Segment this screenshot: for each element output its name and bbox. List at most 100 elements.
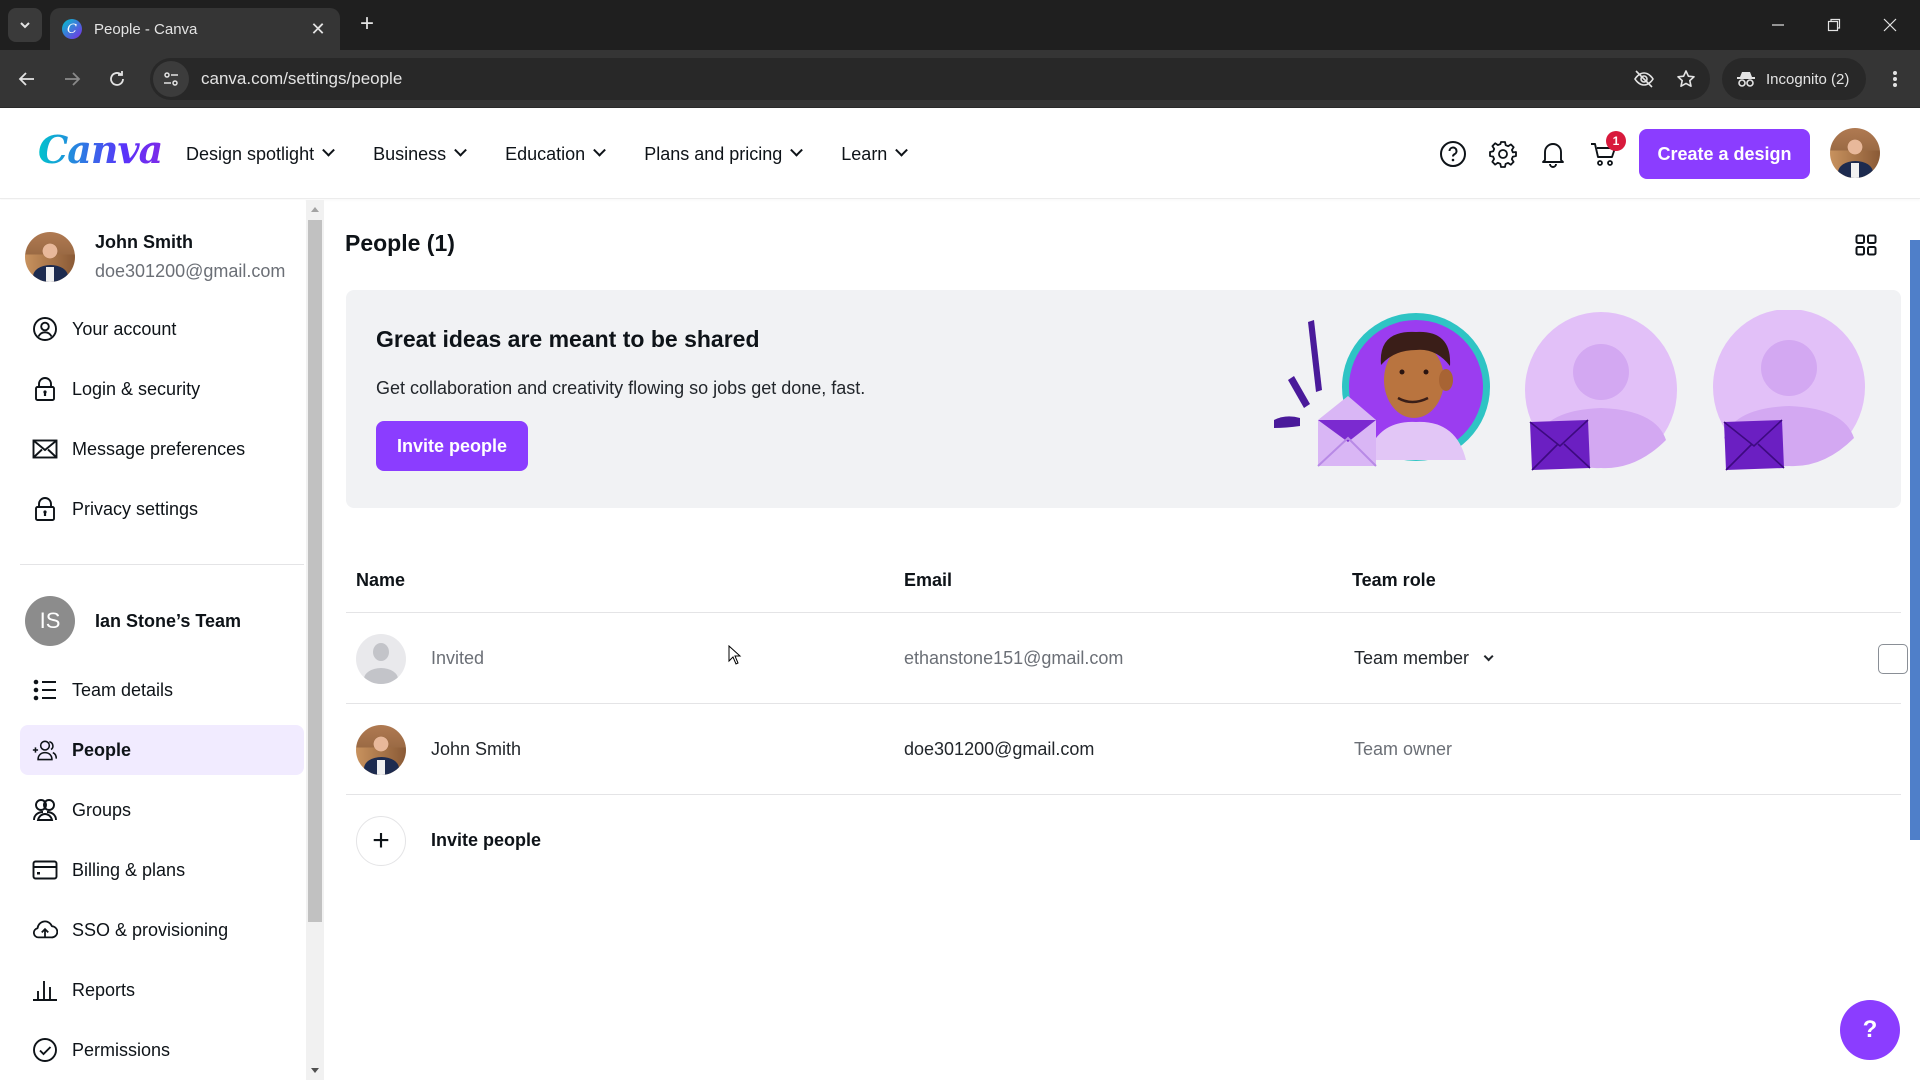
- scroll-up-arrow-icon[interactable]: [311, 207, 319, 212]
- banner-description: Get collaboration and creativity flowing…: [376, 378, 866, 398]
- browser-menu-button[interactable]: [1880, 64, 1910, 94]
- tab-title: People - Canva: [94, 20, 198, 38]
- credit-card-icon: [32, 857, 58, 883]
- sidebar-item-people[interactable]: People: [20, 725, 304, 775]
- member-email: doe301200@gmail.com: [904, 739, 1095, 759]
- bookmark-button[interactable]: [1668, 61, 1704, 97]
- address-bar[interactable]: canva.com/settings/people: [150, 58, 1710, 100]
- sidebar-item-team-details[interactable]: Team details: [20, 665, 304, 715]
- url-text[interactable]: canva.com/settings/people: [201, 69, 1626, 89]
- sidebar-item-sso-provisioning[interactable]: SSO & provisioning: [20, 905, 304, 955]
- sidebar-scroll-thumb[interactable]: [308, 220, 322, 922]
- incognito-indicator[interactable]: Incognito (2): [1722, 58, 1866, 100]
- user-avatar[interactable]: [1830, 128, 1880, 178]
- column-header-email[interactable]: Email: [904, 570, 952, 591]
- sidebar-item-privacy-settings[interactable]: Privacy settings: [20, 484, 304, 534]
- sidebar-item-label: Billing & plans: [72, 859, 186, 880]
- forward-button[interactable]: [57, 64, 87, 94]
- nav-learn[interactable]: Learn: [841, 143, 909, 165]
- nav-business[interactable]: Business: [373, 143, 467, 165]
- profile-name: John Smith: [95, 232, 193, 252]
- member-avatar: [356, 724, 406, 775]
- main-scrollbar-thumb[interactable]: [1910, 240, 1920, 840]
- user-profile: John Smith doe301200@gmail.com: [25, 232, 285, 282]
- chevron-down-icon: [1483, 651, 1494, 662]
- sidebar-item-label: Permissions: [72, 1039, 171, 1060]
- sidebar-item-billing-plans[interactable]: Billing & plans: [20, 845, 304, 895]
- member-name: John Smith: [431, 739, 522, 759]
- invited-avatar: [356, 633, 406, 684]
- scroll-down-arrow-icon[interactable]: [311, 1068, 319, 1073]
- star-icon: [1677, 70, 1695, 87]
- sidebar-divider: [20, 564, 304, 565]
- team-role-value: Team member: [1354, 648, 1470, 668]
- team-header: IS Ian Stone’s Team: [25, 596, 241, 646]
- new-tab-button[interactable]: +: [354, 12, 380, 38]
- reload-button[interactable]: [102, 64, 132, 94]
- close-tab-icon[interactable]: ✕: [308, 19, 328, 40]
- chevron-down-icon: [20, 22, 30, 29]
- grid-view-toggle[interactable]: [1855, 234, 1883, 262]
- tab-search-button[interactable]: [8, 8, 42, 42]
- sidebar-scrollbar[interactable]: [306, 200, 324, 1080]
- invite-people-link[interactable]: Invite people: [431, 795, 541, 886]
- sidebar-item-login-security[interactable]: Login & security: [20, 364, 304, 414]
- chevron-down-icon: [790, 143, 804, 157]
- invite-people-row[interactable]: + Invite people: [346, 795, 1901, 886]
- nav-design-spotlight[interactable]: Design spotlight: [186, 143, 335, 165]
- envelope-closed-1: [1529, 419, 1591, 471]
- sidebar-item-label: Privacy settings: [72, 498, 199, 519]
- grid-icon: [1855, 234, 1877, 256]
- invite-people-button[interactable]: Invite people: [376, 421, 528, 471]
- nav-label: Design spotlight: [186, 143, 315, 164]
- create-design-button[interactable]: Create a design: [1639, 129, 1810, 179]
- column-header-name[interactable]: Name: [356, 570, 405, 591]
- nav-education[interactable]: Education: [505, 143, 607, 165]
- column-header-team-role[interactable]: Team role: [1352, 570, 1436, 591]
- restore-button[interactable]: [1814, 10, 1854, 40]
- sidebar-item-reports[interactable]: Reports: [20, 965, 304, 1015]
- settings-button[interactable]: [1486, 137, 1520, 171]
- team-name: Ian Stone’s Team: [95, 610, 242, 631]
- sidebar-item-label: Message preferences: [72, 438, 246, 459]
- incognito-icon: [1737, 72, 1755, 87]
- row-select-checkbox[interactable]: [1878, 643, 1908, 674]
- mouse-cursor-icon: [728, 645, 742, 665]
- back-button[interactable]: [12, 64, 42, 94]
- banner-heading: Great ideas are meant to be shared: [376, 326, 760, 352]
- canva-logo[interactable]: Canva: [38, 127, 163, 172]
- nav-label: Plans and pricing: [644, 143, 783, 164]
- team-role-value: Team owner: [1354, 739, 1453, 759]
- sidebar-item-message-preferences[interactable]: Message preferences: [20, 424, 304, 474]
- cloud-upload-icon: [32, 917, 58, 943]
- mail-icon: [32, 436, 58, 462]
- site-info-button[interactable]: [153, 61, 189, 97]
- sidebar-item-label: Login & security: [72, 378, 201, 399]
- close-window-button[interactable]: [1870, 10, 1910, 40]
- team-avatar: IS: [25, 596, 75, 646]
- people-main: People (1) Great ideas are meant to be s…: [325, 200, 1920, 1080]
- bell-icon: [1542, 143, 1564, 168]
- tracking-protection-button[interactable]: [1626, 61, 1662, 97]
- sidebar-item-label: Your account: [72, 318, 177, 339]
- sidebar-item-label: Groups: [72, 799, 132, 820]
- eye-off-icon: [1634, 70, 1654, 88]
- user-circle-icon: [32, 316, 58, 342]
- cart-button[interactable]: 1: [1586, 131, 1626, 171]
- browser-tab-active[interactable]: C People - Canva ✕: [50, 8, 340, 50]
- sidebar-item-groups[interactable]: Groups: [20, 785, 304, 835]
- minimize-button[interactable]: [1758, 10, 1798, 40]
- chevron-down-icon: [322, 143, 335, 157]
- bar-chart-icon: [32, 977, 58, 1003]
- back-icon: [18, 72, 34, 86]
- sidebar-item-label: Team details: [72, 679, 174, 700]
- notifications-button[interactable]: [1536, 137, 1570, 171]
- help-button[interactable]: [1436, 137, 1470, 171]
- invite-illustration: [1274, 310, 1865, 471]
- sidebar-item-your-account[interactable]: Your account: [20, 304, 304, 354]
- sidebar-item-permissions[interactable]: Permissions: [20, 1025, 304, 1075]
- nav-plans-and-pricing[interactable]: Plans and pricing: [644, 143, 804, 165]
- lock-icon: [32, 496, 58, 522]
- team-role-dropdown[interactable]: Team member: [1354, 648, 1494, 669]
- help-fab-button[interactable]: ?: [1840, 1000, 1900, 1060]
